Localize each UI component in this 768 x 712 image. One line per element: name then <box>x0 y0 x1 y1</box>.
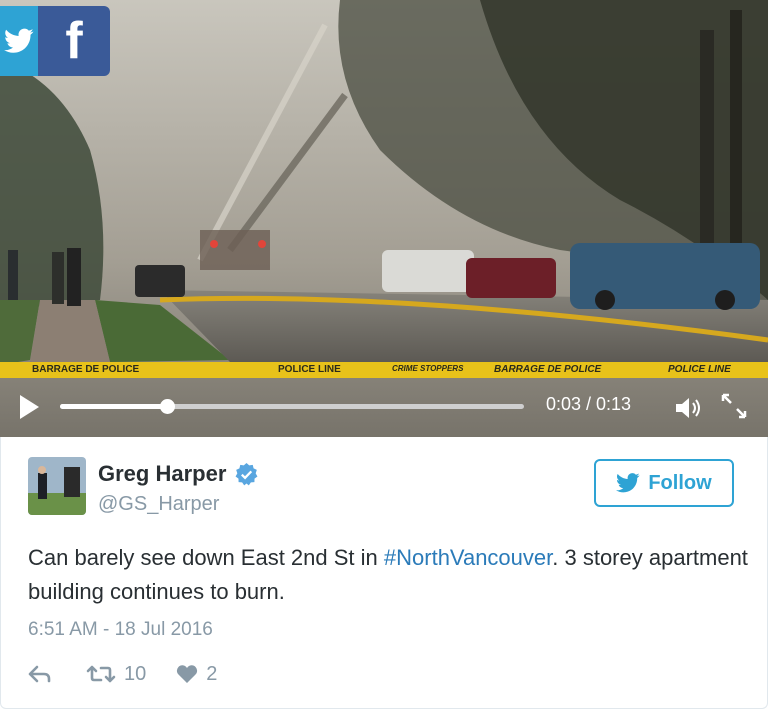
tweet-timestamp[interactable]: 6:51 AM - 18 Jul 2016 <box>28 619 213 641</box>
tape-text: BARRAGE DE POLICE <box>494 364 602 375</box>
police-tape-text: BARRAGE DE POLICE POLICE LINE CRIME STOP… <box>0 363 768 377</box>
fullscreen-icon[interactable] <box>720 392 748 420</box>
reply-button[interactable] <box>28 664 52 684</box>
heart-icon <box>177 665 198 683</box>
progress-thumb[interactable] <box>159 399 175 414</box>
tape-text: POLICE LINE <box>668 364 731 375</box>
time-label: 0:03 / 0:13 <box>546 394 632 414</box>
twitter-icon <box>4 28 34 53</box>
tweet-text: Can barely see down East 2nd St in #Nort… <box>28 541 748 609</box>
progress-bar[interactable] <box>60 399 524 414</box>
hashtag-link[interactable]: #NorthVancouver <box>384 545 552 570</box>
retweet-count: 10 <box>124 662 147 685</box>
like-button[interactable]: 2 <box>176 663 217 686</box>
share-buttons: f <box>0 6 110 76</box>
twitter-bird-icon <box>616 473 640 493</box>
author-name-text[interactable]: Greg Harper <box>98 461 226 487</box>
video-player[interactable]: BARRAGE DE POLICE POLICE LINE CRIME STOP… <box>0 0 768 437</box>
tweet-text-part: Can barely see down East 2nd St in <box>28 545 384 570</box>
avatar[interactable] <box>28 457 86 515</box>
tweet-card: Greg Harper @GS_Harper Follow Can barely… <box>0 437 768 709</box>
follow-label: Follow <box>648 471 712 494</box>
play-icon[interactable] <box>20 395 39 419</box>
follow-button[interactable]: Follow <box>594 459 734 507</box>
author-name[interactable]: Greg Harper <box>98 461 259 487</box>
twitter-share-button[interactable] <box>0 6 38 76</box>
progress-fill <box>60 404 167 409</box>
tape-text: POLICE LINE <box>278 364 341 375</box>
facebook-icon: f <box>65 12 83 70</box>
tweet-actions: 10 2 <box>28 661 217 687</box>
retweet-button[interactable]: 10 <box>86 663 146 686</box>
tape-text: BARRAGE DE POLICE <box>32 364 140 375</box>
author-handle[interactable]: @GS_Harper <box>98 493 219 516</box>
like-count: 2 <box>206 662 218 685</box>
tape-text: CRIME STOPPERS <box>392 364 464 373</box>
verified-icon <box>235 462 258 485</box>
video-controls: 0:03 / 0:13 <box>0 378 768 437</box>
reply-icon <box>28 665 51 683</box>
retweet-icon <box>86 665 116 683</box>
volume-icon[interactable] <box>674 395 704 421</box>
facebook-share-button[interactable]: f <box>38 6 110 76</box>
